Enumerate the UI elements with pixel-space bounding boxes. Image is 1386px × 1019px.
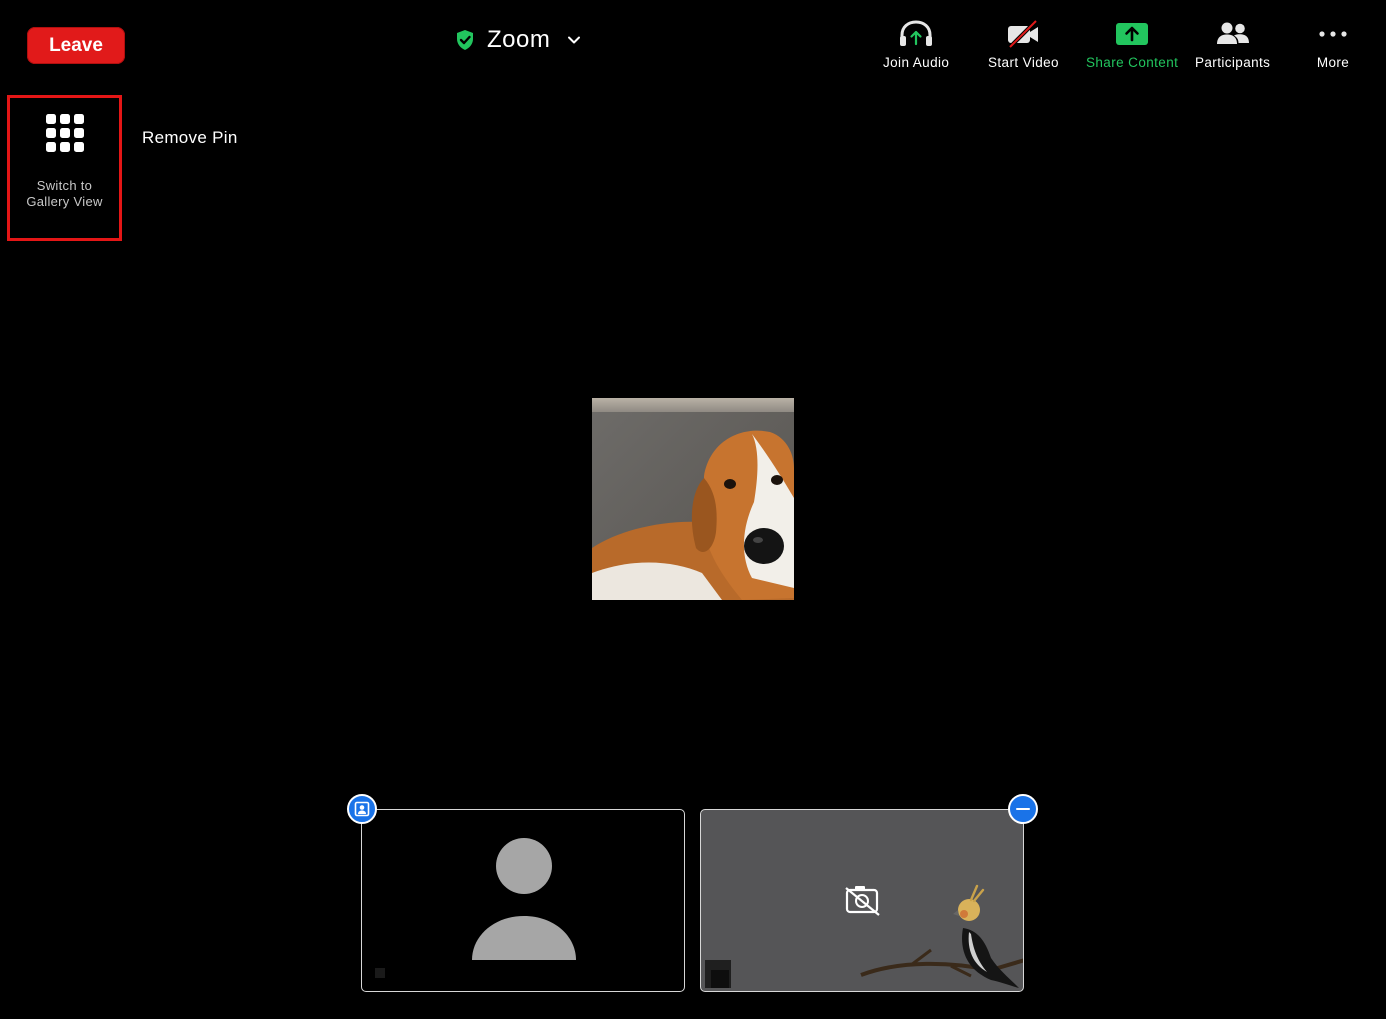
participants-icon <box>1215 19 1251 49</box>
camera-off-icon <box>846 886 879 915</box>
share-content-label: Share Content <box>1086 55 1178 70</box>
chevron-down-icon <box>566 32 582 48</box>
participants-label: Participants <box>1195 55 1270 70</box>
meeting-title-dropdown[interactable]: Zoom <box>455 22 582 58</box>
participant-thumbnail-other[interactable] <box>700 809 1024 992</box>
remove-pin-button[interactable]: Remove Pin <box>142 128 238 148</box>
zoom-meeting-screen: Leave Zoom Join Audio <box>0 0 1386 1019</box>
video-off-icon <box>1004 19 1042 49</box>
profile-badge[interactable] <box>347 794 377 824</box>
avatar-placeholder-icon <box>362 810 685 992</box>
share-screen-icon <box>1115 19 1149 49</box>
start-video-label: Start Video <box>988 55 1059 70</box>
dog-video-image <box>592 398 794 600</box>
headphones-icon <box>898 19 934 49</box>
share-content-button[interactable]: Share Content <box>1086 18 1178 70</box>
meeting-title: Zoom <box>487 26 550 54</box>
switch-to-gallery-view-button[interactable]: Switch to Gallery View <box>7 95 122 241</box>
minus-icon <box>1015 801 1031 817</box>
pinned-video-feed <box>592 398 794 600</box>
gallery-view-label: Switch to Gallery View <box>26 178 102 210</box>
bird-background-image <box>701 810 1024 992</box>
leave-button[interactable]: Leave <box>27 27 125 64</box>
grid-icon <box>46 114 84 152</box>
start-video-button[interactable]: Start Video <box>988 18 1059 70</box>
join-audio-button[interactable]: Join Audio <box>883 18 949 70</box>
user-icon <box>354 801 370 817</box>
shield-check-icon <box>455 29 475 51</box>
remove-participant-badge[interactable] <box>1008 794 1038 824</box>
participants-button[interactable]: Participants <box>1195 18 1270 70</box>
more-button[interactable]: More <box>1315 18 1351 70</box>
more-label: More <box>1317 55 1349 70</box>
participant-thumbnail-self[interactable] <box>361 809 685 992</box>
join-audio-label: Join Audio <box>883 55 949 70</box>
more-icon <box>1315 19 1351 49</box>
